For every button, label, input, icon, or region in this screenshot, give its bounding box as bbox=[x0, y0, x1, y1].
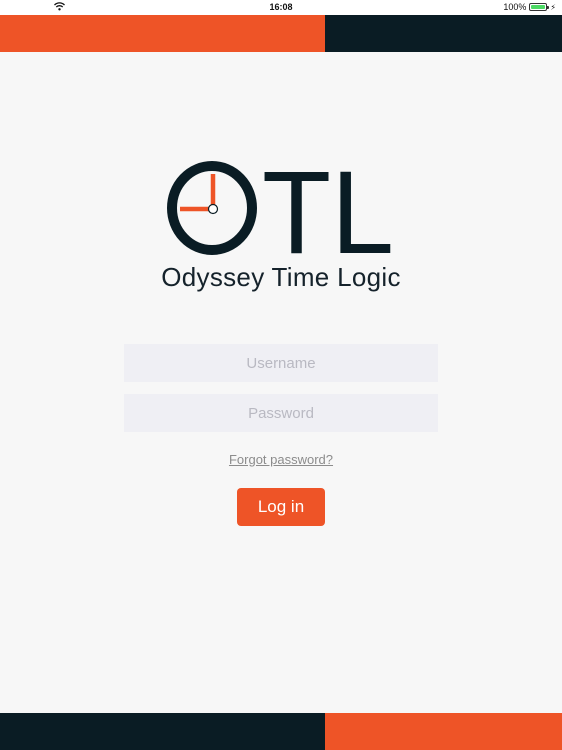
login-button[interactable]: Log in bbox=[237, 488, 325, 526]
charging-icon: ⚡ bbox=[550, 2, 556, 12]
bottom-dark-band bbox=[0, 713, 325, 750]
battery-icon bbox=[529, 3, 550, 11]
forgot-password-link[interactable]: Forgot password? bbox=[0, 452, 562, 467]
otl-logo: TL bbox=[167, 160, 394, 256]
top-accent-band bbox=[0, 15, 325, 52]
battery-percent: 100% bbox=[503, 2, 527, 12]
username-input[interactable] bbox=[124, 344, 438, 382]
status-time: 16:08 bbox=[269, 2, 293, 12]
status-bar: 16:08 100% ⚡ bbox=[0, 0, 562, 15]
app-tagline: Odyssey Time Logic bbox=[161, 262, 401, 292]
clock-logo-icon bbox=[167, 161, 257, 255]
battery-indicator: 100% ⚡ bbox=[503, 2, 556, 12]
top-dark-band bbox=[325, 15, 562, 52]
password-input[interactable] bbox=[124, 394, 438, 432]
bottom-accent-band bbox=[325, 713, 562, 750]
logo-letters: TL bbox=[262, 160, 394, 256]
